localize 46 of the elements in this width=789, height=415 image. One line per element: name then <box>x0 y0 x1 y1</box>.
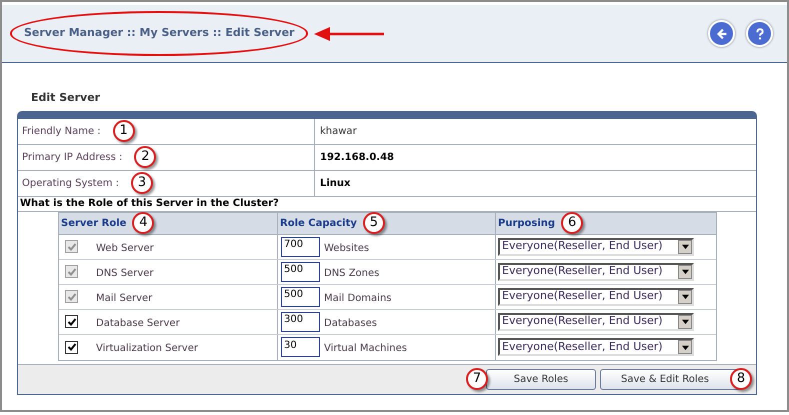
unit-label: Databases <box>324 316 377 330</box>
callout-number: 4 <box>132 212 154 234</box>
help-button[interactable] <box>746 20 773 47</box>
purposing-dropdown[interactable]: Everyone(Reseller, End User) <box>498 338 694 356</box>
dropdown-caret-icon <box>682 243 688 250</box>
checkbox[interactable] <box>65 340 78 354</box>
field-value: khawar <box>320 124 357 138</box>
capacity-input[interactable]: 30 <box>281 337 320 357</box>
role-label: Web Server <box>96 242 154 256</box>
dropdown-caret-icon <box>682 318 688 325</box>
column-header: Server Role <box>61 216 126 230</box>
dropdown-caret-icon <box>682 293 688 300</box>
callout-number: 1 <box>112 120 135 142</box>
callout-number: 7 <box>466 368 488 390</box>
unit-label: DNS Zones <box>324 266 380 280</box>
arrow-icon <box>314 26 386 40</box>
back-arrow-icon <box>714 26 728 40</box>
breadcrumb: Server Manager :: My Servers :: Edit Server <box>10 11 308 56</box>
back-button[interactable] <box>708 20 735 47</box>
unit-label: Websites <box>324 242 370 256</box>
callout-number: 8 <box>730 368 752 390</box>
role-label: Mail Server <box>96 292 152 306</box>
role-label: Virtualization Server <box>96 342 198 356</box>
capacity-input[interactable]: 300 <box>281 312 320 332</box>
role-label: DNS Server <box>96 266 154 280</box>
save-roles-button[interactable]: Save Roles <box>486 368 596 390</box>
role-label: Database Server <box>96 316 180 330</box>
purposing-dropdown[interactable]: Everyone(Reseller, End User) <box>498 312 694 330</box>
field-value: 192.168.0.48 <box>320 150 394 164</box>
callout-number: 3 <box>131 172 154 194</box>
callout-number: 2 <box>134 146 156 168</box>
field-label: Operating System : <box>22 176 120 190</box>
field-value: Linux <box>320 176 350 190</box>
callout-number: 5 <box>362 212 385 234</box>
unit-label: Virtual Machines <box>324 342 407 356</box>
column-header: Purposing <box>498 216 556 230</box>
column-header: Role Capacity <box>280 216 357 230</box>
checkbox[interactable] <box>65 315 78 328</box>
question-text: What is the Role of this Server in the Cluster? <box>20 197 279 211</box>
unit-label: Mail Domains <box>324 292 392 306</box>
field-label: Friendly Name : <box>22 124 101 138</box>
dropdown-caret-icon <box>682 344 688 350</box>
section-title: Edit Server <box>30 90 102 106</box>
field-label: Primary IP Address : <box>22 150 122 164</box>
callout-number: 6 <box>561 212 584 234</box>
dropdown-caret-icon <box>682 268 688 275</box>
